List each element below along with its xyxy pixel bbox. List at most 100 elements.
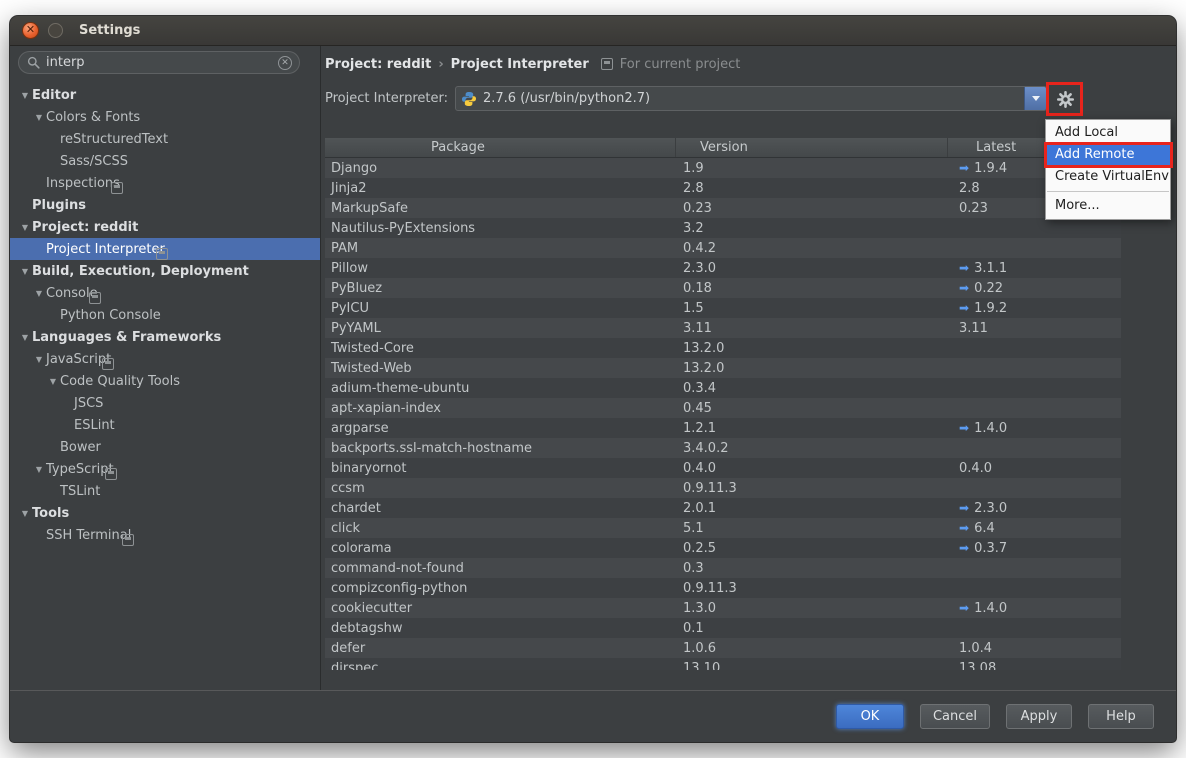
- breadcrumb-project[interactable]: Project: reddit: [325, 57, 431, 72]
- cancel-button[interactable]: Cancel: [920, 704, 990, 729]
- package-row[interactable]: Django1.9➡1.9.4: [325, 158, 1121, 178]
- tree-expand-icon[interactable]: ▼: [19, 223, 31, 232]
- upgrade-arrow-icon: ➡: [959, 262, 969, 274]
- tree-expand-icon[interactable]: ▼: [19, 91, 31, 100]
- package-row[interactable]: compizconfig-python0.9.11.3: [325, 578, 1121, 598]
- search-input[interactable]: [46, 55, 272, 70]
- package-row[interactable]: chardet2.0.1➡2.3.0: [325, 498, 1121, 518]
- titlebar[interactable]: ✕ Settings: [10, 16, 1176, 46]
- for-current-project-note: For current project: [620, 57, 741, 72]
- package-row[interactable]: cookiecutter1.3.0➡1.4.0: [325, 598, 1121, 618]
- shared-settings-icon: [601, 58, 613, 70]
- tree-item-label: Inspections: [46, 176, 120, 191]
- package-row[interactable]: Twisted-Core13.2.0: [325, 338, 1121, 358]
- column-header-version[interactable]: Version: [675, 138, 947, 157]
- package-cell: Jinja2: [325, 181, 675, 196]
- package-row[interactable]: MarkupSafe0.230.23: [325, 198, 1121, 218]
- sidebar-item-plugins[interactable]: Plugins: [10, 194, 320, 216]
- sidebar-item-tslint[interactable]: TSLint: [10, 480, 320, 502]
- sidebar-item-editor[interactable]: ▼Editor: [10, 84, 320, 106]
- package-row[interactable]: Twisted-Web13.2.0: [325, 358, 1121, 378]
- sidebar-item-colors-fonts[interactable]: ▼Colors & Fonts: [10, 106, 320, 128]
- package-row[interactable]: Nautilus-PyExtensions3.2: [325, 218, 1121, 238]
- menu-item-add-local[interactable]: Add Local: [1046, 122, 1170, 144]
- package-row[interactable]: apt-xapian-index0.45: [325, 398, 1121, 418]
- package-cell: PyBluez: [325, 281, 675, 296]
- package-row[interactable]: ccsm0.9.11.3: [325, 478, 1121, 498]
- package-cell: cookiecutter: [325, 601, 675, 616]
- tree-expand-icon[interactable]: ▼: [19, 333, 31, 342]
- package-row[interactable]: command-not-found0.3: [325, 558, 1121, 578]
- package-row[interactable]: colorama0.2.5➡0.3.7: [325, 538, 1121, 558]
- sidebar-item-javascript[interactable]: ▼JavaScript: [10, 348, 320, 370]
- package-row[interactable]: PyICU1.5➡1.9.2: [325, 298, 1121, 318]
- tree-expand-icon[interactable]: ▼: [19, 267, 31, 276]
- sidebar-item-project-reddit[interactable]: ▼Project: reddit: [10, 216, 320, 238]
- sidebar-item-eslint[interactable]: ESLint: [10, 414, 320, 436]
- settings-search-field[interactable]: ✕: [18, 51, 300, 74]
- menu-item-add-remote[interactable]: Add Remote: [1046, 144, 1170, 166]
- tree-expand-icon[interactable]: ▼: [33, 355, 45, 364]
- sidebar-item-languages-frameworks[interactable]: ▼Languages & Frameworks: [10, 326, 320, 348]
- search-icon: [27, 56, 40, 69]
- help-button[interactable]: Help: [1088, 704, 1154, 729]
- latest-cell: ➡3.1.1: [947, 261, 1121, 276]
- sidebar-item-sass-scss[interactable]: Sass/SCSS: [10, 150, 320, 172]
- package-cell: MarkupSafe: [325, 201, 675, 216]
- package-row[interactable]: backports.ssl-match-hostname3.4.0.2: [325, 438, 1121, 458]
- package-row[interactable]: argparse1.2.1➡1.4.0: [325, 418, 1121, 438]
- sidebar-item-tools[interactable]: ▼Tools: [10, 502, 320, 524]
- tree-expand-icon[interactable]: ▼: [33, 289, 45, 298]
- sidebar-item-typescript[interactable]: ▼TypeScript: [10, 458, 320, 480]
- clear-search-icon[interactable]: ✕: [278, 56, 292, 70]
- tree-item-label: Editor: [32, 88, 76, 103]
- tree-item-label: TypeScript: [46, 462, 114, 477]
- tree-expand-icon[interactable]: ▼: [33, 465, 45, 474]
- apply-button[interactable]: Apply: [1006, 704, 1072, 729]
- sidebar-item-console[interactable]: ▼Console: [10, 282, 320, 304]
- package-row[interactable]: Jinja22.82.8: [325, 178, 1121, 198]
- column-header-package[interactable]: Package: [325, 138, 675, 157]
- tree-expand-icon[interactable]: ▼: [33, 113, 45, 122]
- package-row[interactable]: binaryornot0.4.00.4.0: [325, 458, 1121, 478]
- dialog-footer: OK Cancel Apply Help: [10, 690, 1176, 742]
- package-row[interactable]: debtagshw0.1: [325, 618, 1121, 638]
- package-row[interactable]: PyBluez0.18➡0.22: [325, 278, 1121, 298]
- package-row[interactable]: Pillow2.3.0➡3.1.1: [325, 258, 1121, 278]
- sidebar-item-restructuredtext[interactable]: reStructuredText: [10, 128, 320, 150]
- package-row[interactable]: click5.1➡6.4: [325, 518, 1121, 538]
- upgrade-arrow-icon: ➡: [959, 162, 969, 174]
- tree-expand-icon[interactable]: ▼: [19, 509, 31, 518]
- breadcrumb-separator-icon: ›: [438, 57, 443, 72]
- package-cell: compizconfig-python: [325, 581, 675, 596]
- menu-item-more[interactable]: More...: [1046, 195, 1170, 217]
- sidebar-item-ssh-terminal[interactable]: SSH Terminal: [10, 524, 320, 546]
- package-row[interactable]: adium-theme-ubuntu0.3.4: [325, 378, 1121, 398]
- latest-cell: ➡6.4: [947, 521, 1121, 536]
- sidebar-item-inspections[interactable]: Inspections: [10, 172, 320, 194]
- window-close-button[interactable]: ✕: [22, 22, 39, 39]
- package-row[interactable]: PyYAML3.113.11: [325, 318, 1121, 338]
- tree-item-label: JSCS: [74, 396, 103, 411]
- combobox-dropdown-button[interactable]: [1024, 87, 1046, 110]
- menu-item-create-virtualenv[interactable]: Create VirtualEnv: [1046, 166, 1170, 188]
- tree-expand-icon[interactable]: ▼: [47, 377, 59, 386]
- sidebar-item-code-quality-tools[interactable]: ▼Code Quality Tools: [10, 370, 320, 392]
- table-body: Django1.9➡1.9.4Jinja22.82.8MarkupSafe0.2…: [325, 158, 1121, 670]
- sidebar-item-build-execution-deployment[interactable]: ▼Build, Execution, Deployment: [10, 260, 320, 282]
- package-cell: backports.ssl-match-hostname: [325, 441, 675, 456]
- version-cell: 0.23: [675, 201, 947, 216]
- sidebar-item-bower[interactable]: Bower: [10, 436, 320, 458]
- sidebar-item-project-interpreter[interactable]: Project Interpreter: [10, 238, 320, 260]
- ok-button[interactable]: OK: [836, 704, 904, 729]
- sidebar-item-jscs[interactable]: JSCS: [10, 392, 320, 414]
- version-cell: 2.0.1: [675, 501, 947, 516]
- tree-item-label: TSLint: [60, 484, 100, 499]
- interpreter-combobox[interactable]: 2.7.6 (/usr/bin/python2.7): [455, 86, 1047, 111]
- shared-settings-icon: [105, 468, 117, 480]
- package-row[interactable]: defer1.0.61.0.4: [325, 638, 1121, 658]
- package-row[interactable]: PAM0.4.2: [325, 238, 1121, 258]
- sidebar-item-python-console[interactable]: Python Console: [10, 304, 320, 326]
- window-minimize-button[interactable]: [48, 23, 63, 38]
- package-row[interactable]: dirspec13.1013.08: [325, 658, 1121, 670]
